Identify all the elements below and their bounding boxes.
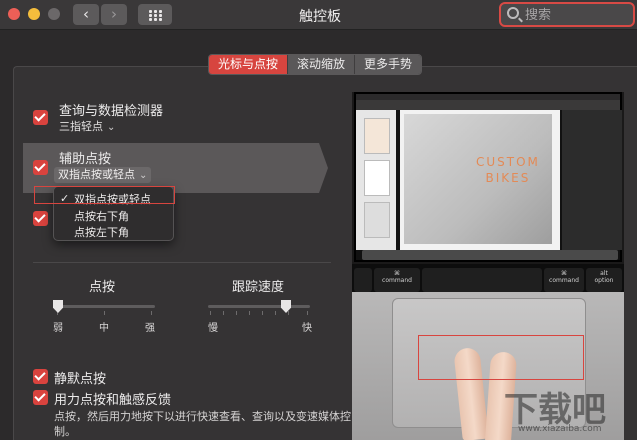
force-click-label: 用力点按和触感反馈 xyxy=(54,393,172,408)
tab-point-and-click[interactable]: 光标与点按 xyxy=(209,55,289,74)
search-field[interactable] xyxy=(499,2,635,27)
show-all-button[interactable] xyxy=(138,4,172,25)
annotation-highlight-box xyxy=(34,186,175,204)
search-input[interactable] xyxy=(525,6,625,24)
lookup-label: 查询与数据检测器 xyxy=(59,104,164,119)
click-tick-weak: 弱 xyxy=(53,323,63,334)
click-tick-strong: 强 xyxy=(145,323,155,334)
force-click-checkbox[interactable] xyxy=(33,390,48,405)
page-thumbnails xyxy=(356,110,396,250)
silent-click-label: 静默点按 xyxy=(54,372,107,387)
chevron-down-icon: ⌄ xyxy=(139,170,148,181)
watermark-url: www.xiazaiba.com xyxy=(518,424,602,434)
silent-click-checkbox[interactable] xyxy=(33,369,48,384)
tap-to-click-checkbox[interactable] xyxy=(33,211,48,226)
laptop-screen: CUSTOM BIKES xyxy=(354,92,622,262)
back-button[interactable]: ‹ xyxy=(73,4,99,25)
annotation-trackpad-box xyxy=(418,335,584,380)
close-window-button[interactable] xyxy=(8,8,20,20)
lookup-checkbox[interactable] xyxy=(33,110,48,125)
section-divider xyxy=(33,262,331,263)
zoom-window-button[interactable] xyxy=(48,8,60,20)
tracking-slider-track[interactable] xyxy=(208,305,310,308)
tracking-tick-fast: 快 xyxy=(302,323,312,334)
window-title: 触控板 xyxy=(299,9,341,25)
tab-more-gestures[interactable]: 更多手势 xyxy=(355,55,422,74)
minimize-window-button[interactable] xyxy=(28,8,40,20)
tracking-speed-label: 跟踪速度 xyxy=(232,280,285,295)
tracking-slider-ticks xyxy=(208,311,310,315)
tab-bar: 光标与点按 滚动缩放 更多手势 xyxy=(208,54,423,75)
menu-item-bottom-right[interactable]: 点按右下角 xyxy=(74,208,129,224)
lookup-gesture-value: 三指轻点 xyxy=(59,120,103,133)
lookup-gesture-popup[interactable]: 三指轻点 ⌄ xyxy=(59,118,115,134)
chevron-down-icon: ⌄ xyxy=(107,122,116,133)
title-bar: ‹ › 触控板 xyxy=(0,0,637,30)
secondary-click-popup[interactable]: 双指点按或轻点 ⌄ xyxy=(54,167,152,183)
keyboard: ⌘ command ⌘ command alt option xyxy=(352,264,624,294)
doc-title: CUSTOM BIKES xyxy=(476,155,540,185)
click-slider-track[interactable] xyxy=(54,305,155,308)
search-icon xyxy=(507,7,519,19)
forward-button[interactable]: › xyxy=(101,4,127,25)
tracking-tick-slow: 慢 xyxy=(208,323,218,334)
secondary-click-checkbox[interactable] xyxy=(33,160,48,175)
secondary-click-value: 双指点按或轻点 xyxy=(58,168,135,181)
chevron-right-icon: › xyxy=(111,5,117,23)
force-click-description: 点按，然后用力地按下以进行快速查看、查询以及变速媒体控制。 xyxy=(54,410,351,438)
tab-scroll-and-zoom[interactable]: 滚动缩放 xyxy=(288,55,356,74)
click-slider-ticks xyxy=(54,311,155,315)
menu-item-bottom-left[interactable]: 点按左下角 xyxy=(74,224,129,240)
secondary-click-label: 辅助点按 xyxy=(59,152,112,167)
dock xyxy=(362,250,618,260)
click-tick-medium: 中 xyxy=(99,323,109,334)
chevron-left-icon: ‹ xyxy=(83,5,89,23)
click-slider-label: 点按 xyxy=(89,280,116,295)
